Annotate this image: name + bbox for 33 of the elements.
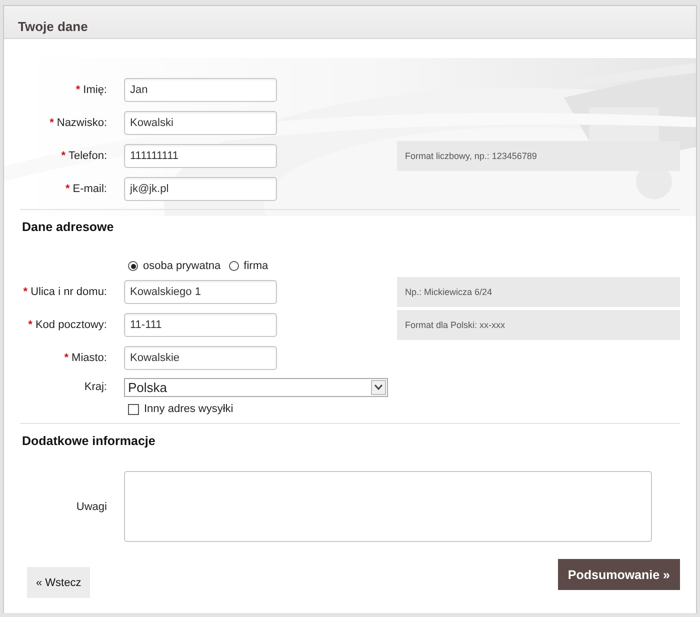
radio-label: firma	[244, 260, 268, 272]
field-hint: Np.: Mickiewicza 6/24	[397, 276, 680, 306]
back-button[interactable]: « Wstecz	[27, 567, 90, 598]
radio-option[interactable]: firma	[228, 260, 268, 272]
field-label: * E-mail:	[65, 182, 107, 194]
field-label: * Miasto:	[64, 352, 107, 364]
radio-option[interactable]: osoba prywatna	[128, 260, 221, 272]
field-label: Uwagi	[76, 500, 107, 512]
text-field[interactable]: Kowalskiego 1	[124, 280, 277, 304]
section-heading: Dane adresowe	[21, 219, 115, 236]
radio-icon[interactable]	[128, 261, 138, 271]
section-title: Twoje dane	[18, 19, 88, 36]
country-dropdown[interactable]: Polska	[124, 378, 388, 396]
field-label: Kraj:	[84, 381, 107, 393]
field-label: * Kod pocztowy:	[28, 318, 107, 330]
radio-label: osoba prywatna	[143, 260, 221, 272]
section-heading: Dodatkowe informacje	[21, 433, 156, 450]
radio-icon[interactable]	[228, 261, 239, 271]
text-field[interactable]: Kowalskie	[124, 346, 277, 370]
field-hint: Format dla Polski: xx-xxx	[397, 310, 680, 340]
text-field[interactable]: 11-111	[124, 312, 277, 336]
summary-button[interactable]: Podsumowanie »	[558, 559, 680, 590]
text-field[interactable]: Jan	[124, 78, 277, 102]
checkbox-label: Inny adres wysyłki	[144, 403, 234, 415]
field-label: * Imię:	[76, 84, 107, 96]
checkbox[interactable]	[128, 404, 139, 414]
field-hint: Format liczbowy, np.: 123456789	[397, 140, 680, 170]
text-field[interactable]: jk@jk.pl	[124, 176, 277, 200]
field-label: * Telefon:	[61, 150, 107, 162]
field-label: * Nazwisko:	[50, 116, 107, 128]
field-label: * Ulica i nr domu:	[23, 286, 107, 298]
text-field[interactable]: Kowalski	[124, 110, 277, 134]
text-field[interactable]: 111111111	[124, 144, 277, 168]
